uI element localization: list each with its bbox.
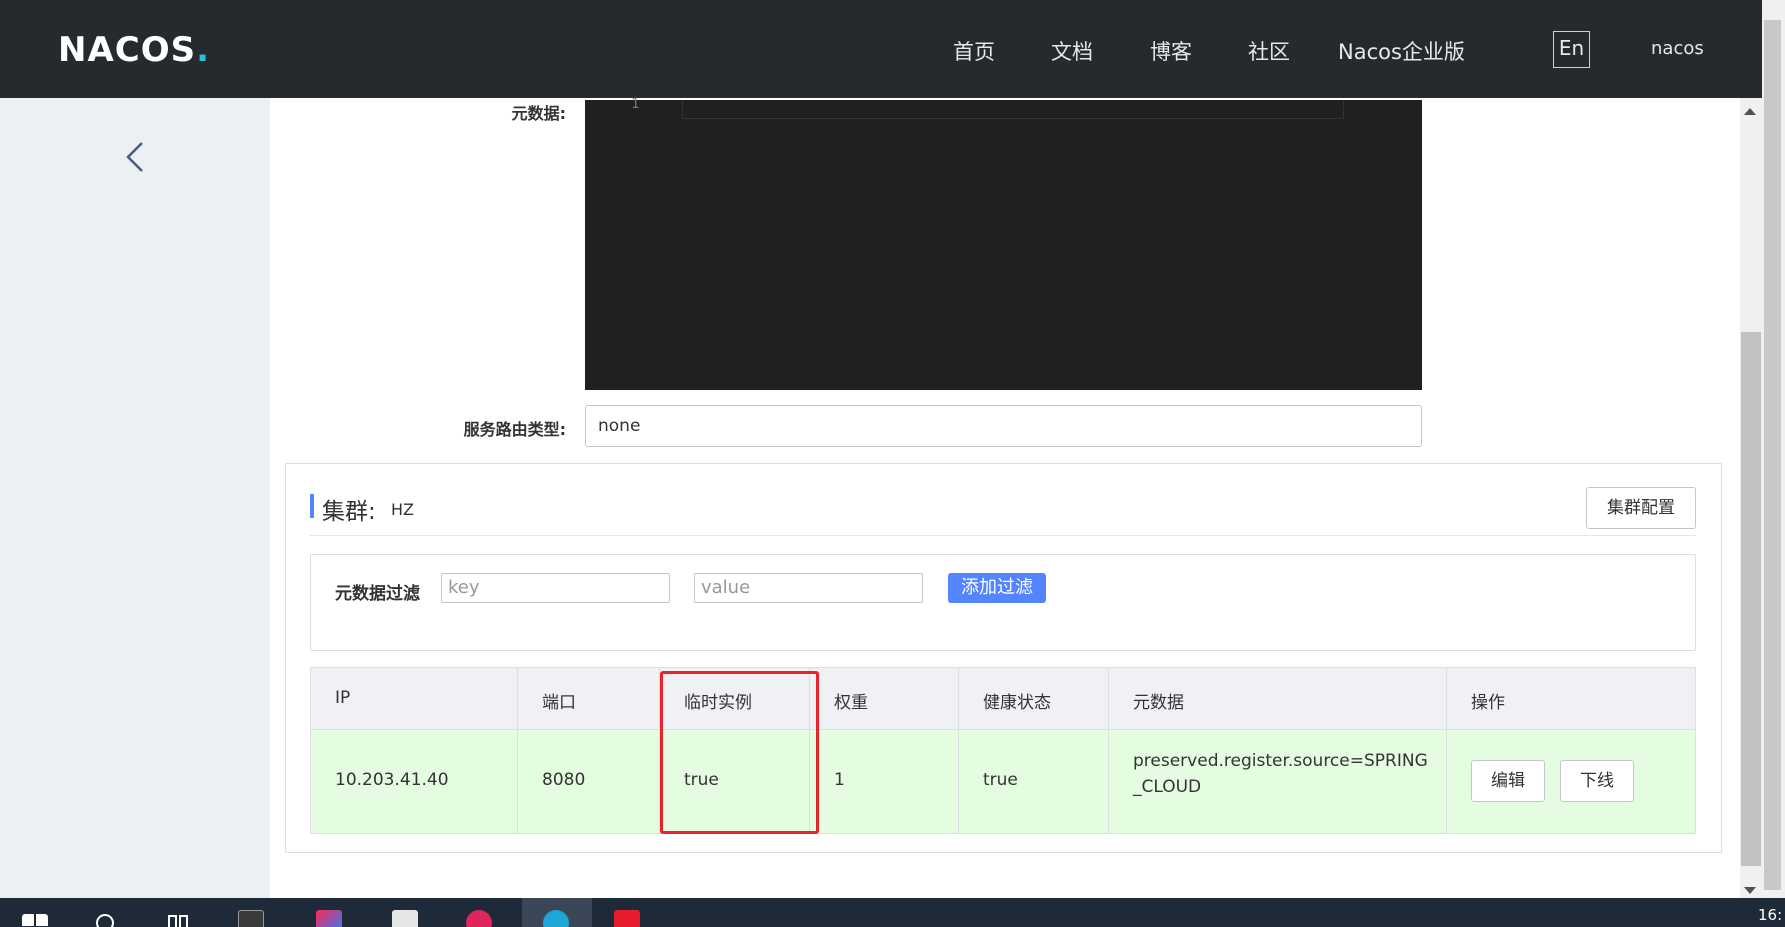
cluster-title: 集群:	[322, 499, 376, 525]
nav-enterprise[interactable]: Nacos企业版	[1338, 36, 1465, 66]
scroll-down-icon[interactable]	[1744, 887, 1756, 894]
col-actions: 操作	[1471, 693, 1505, 713]
page-scrollbar-thumb[interactable]	[1741, 332, 1761, 866]
nav-community[interactable]: 社区	[1248, 36, 1290, 66]
metadata-filter-box: 元数据过滤 key value 添加过滤	[310, 554, 1696, 651]
language-switch-button[interactable]: En	[1553, 31, 1590, 68]
cell-ip: 10.203.41.40	[311, 730, 518, 833]
offline-button[interactable]: 下线	[1560, 760, 1634, 802]
cell-metadata: preserved.register.source=SPRING_CLOUD	[1109, 730, 1447, 833]
terminal-icon[interactable]	[238, 910, 264, 927]
cell-actions: 编辑 下线	[1447, 730, 1696, 833]
metadata-editor[interactable]: 1	[585, 96, 1422, 390]
cell-weight: 1	[810, 730, 959, 833]
outer-scrollbar[interactable]	[1762, 0, 1785, 898]
task-view-icon[interactable]	[166, 912, 192, 927]
user-name[interactable]: nacos	[1651, 38, 1704, 59]
filter-key-input[interactable]: key	[441, 573, 670, 603]
notepad-icon[interactable]	[392, 910, 418, 927]
metadata-filter-label: 元数据过滤	[335, 584, 420, 604]
cell-health: true	[959, 730, 1109, 833]
col-ip: IP	[311, 668, 518, 729]
scroll-up-icon[interactable]	[1744, 108, 1756, 115]
route-type-input[interactable]: none	[585, 405, 1422, 447]
ephemeral-highlight-box	[660, 671, 819, 834]
app-red-icon[interactable]	[614, 910, 640, 927]
nav-blog[interactable]: 博客	[1150, 36, 1192, 66]
windows-start-icon[interactable]	[22, 914, 48, 927]
table-row: 10.203.41.40 8080 true 1 true preserved.…	[310, 730, 1696, 834]
editor-current-line	[682, 100, 1344, 119]
search-icon[interactable]	[94, 912, 120, 927]
cluster-divider	[310, 535, 1696, 536]
app-icon[interactable]	[466, 910, 492, 927]
col-health: 健康状态	[959, 668, 1109, 729]
cluster-title-bar	[310, 494, 314, 518]
cluster-card: 集群: HZ 集群配置 元数据过滤 key value 添加过滤 IP 端口 临…	[285, 463, 1722, 853]
intellij-icon[interactable]	[316, 910, 342, 927]
col-metadata: 元数据	[1109, 668, 1447, 729]
route-type-label: 服务路由类型:	[463, 420, 566, 439]
filter-value-input[interactable]: value	[694, 573, 923, 603]
cluster-config-button[interactable]: 集群配置	[1586, 487, 1696, 529]
table-header: IP 端口 临时实例 权重 健康状态 元数据 操作	[310, 667, 1696, 730]
taskbar-clock[interactable]: 16:	[1758, 906, 1782, 924]
edit-button[interactable]: 编辑	[1471, 760, 1545, 802]
col-port: 端口	[518, 668, 660, 729]
nav-docs[interactable]: 文档	[1051, 36, 1093, 66]
cell-port: 8080	[518, 730, 660, 833]
left-pane	[0, 98, 270, 898]
add-filter-button[interactable]: 添加过滤	[948, 573, 1046, 603]
nacos-logo[interactable]: NACOS.	[58, 30, 210, 70]
top-navbar: NACOS. 首页 文档 博客 社区 Nacos企业版 En nacos	[0, 0, 1762, 98]
cluster-name: HZ	[391, 500, 414, 519]
os-taskbar: 16:	[0, 898, 1785, 927]
back-arrow-icon[interactable]	[122, 140, 148, 174]
editor-line-number: 1	[631, 96, 640, 112]
outer-scrollbar-thumb[interactable]	[1764, 20, 1781, 890]
metadata-label: 元数据:	[511, 104, 566, 123]
nav-home[interactable]: 首页	[953, 36, 995, 66]
col-weight: 权重	[810, 668, 959, 729]
